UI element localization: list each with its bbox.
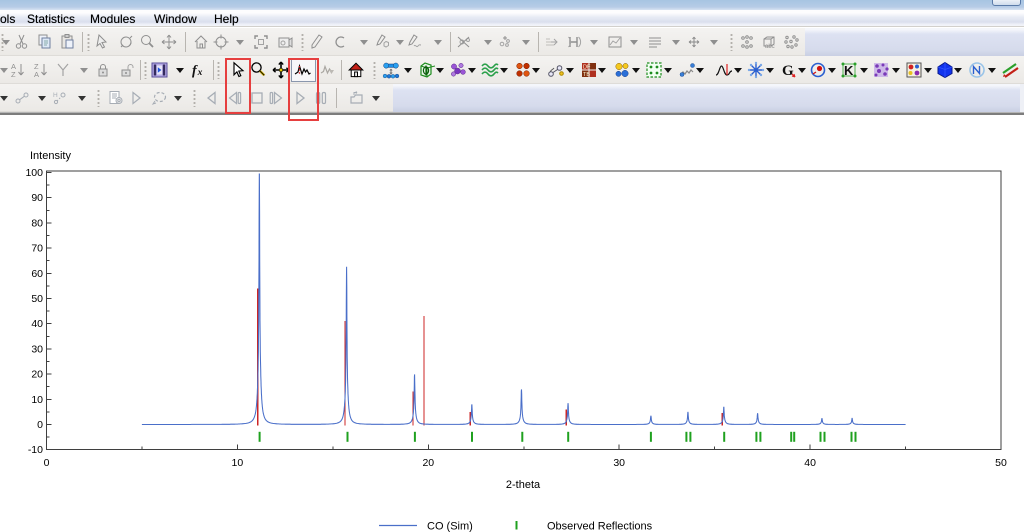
svg-text:40: 40 — [31, 318, 43, 330]
svg-text:Z: Z — [11, 70, 16, 79]
svg-text:80: 80 — [31, 217, 43, 229]
svg-text:abc: abc — [765, 44, 775, 50]
svg-text:DF: DF — [583, 65, 591, 71]
svg-text:20: 20 — [422, 457, 434, 469]
svg-text:x: x — [197, 68, 203, 78]
svg-text:10: 10 — [31, 394, 43, 406]
svg-text:A: A — [34, 70, 39, 79]
svg-text:20: 20 — [31, 369, 43, 381]
svg-text:0: 0 — [37, 419, 43, 431]
svg-text:2-theta: 2-theta — [506, 479, 541, 491]
svg-text:CO (Sim): CO (Sim) — [427, 521, 473, 532]
svg-text:Observed Reflections: Observed Reflections — [547, 521, 653, 532]
svg-text:70: 70 — [31, 243, 43, 255]
svg-text:90: 90 — [31, 192, 43, 204]
svg-text:-10: -10 — [28, 444, 43, 456]
svg-text:0: 0 — [44, 457, 50, 469]
svg-text:H: H — [53, 92, 58, 99]
svg-text:30: 30 — [31, 343, 43, 355]
svg-text:TB: TB — [583, 72, 590, 78]
svg-text:Intensity: Intensity — [30, 150, 71, 162]
svg-text:10: 10 — [232, 457, 244, 469]
svg-text:30: 30 — [613, 457, 625, 469]
svg-text:100: 100 — [25, 167, 43, 179]
svg-text:40: 40 — [804, 457, 816, 469]
svg-text:50: 50 — [31, 293, 43, 305]
svg-text:60: 60 — [31, 268, 43, 280]
svg-text:50: 50 — [995, 457, 1007, 469]
